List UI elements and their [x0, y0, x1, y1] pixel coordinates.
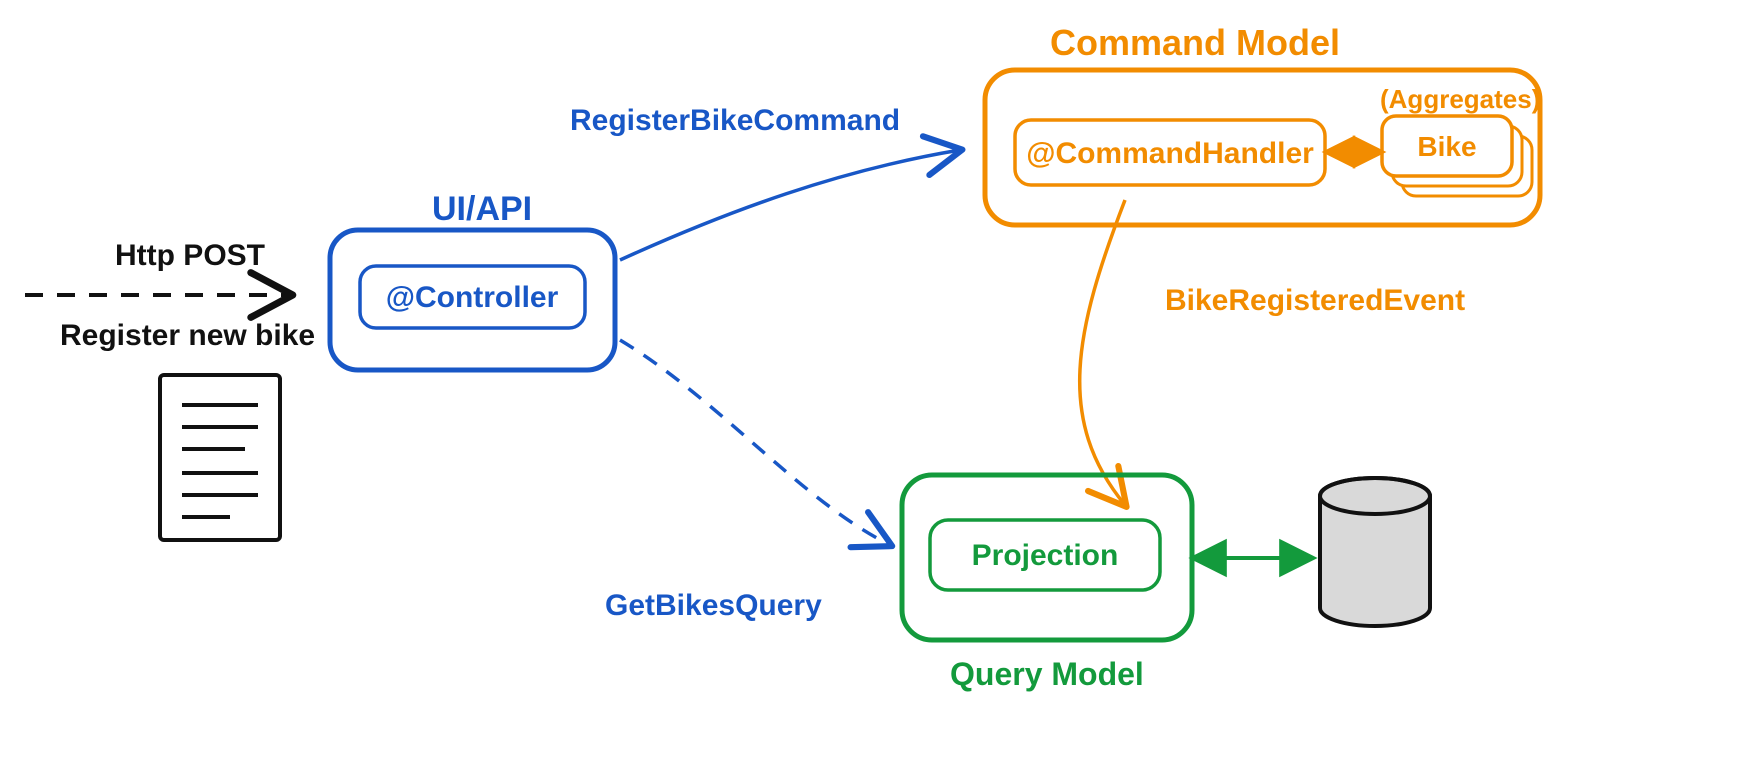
controller-label: @Controller: [386, 281, 559, 314]
query-model-label: Query Model: [950, 656, 1144, 692]
command-handler-label: @CommandHandler: [1026, 137, 1314, 170]
database-icon: [1320, 478, 1430, 626]
bike-aggregate-stack: Bike: [1382, 116, 1532, 196]
get-bikes-query-label: GetBikesQuery: [605, 589, 822, 622]
command-model-container: Command Model @CommandHandler (Aggregate…: [985, 22, 1540, 225]
aggregates-label: (Aggregates): [1380, 84, 1540, 114]
ui-api-container: UI/API @Controller: [330, 190, 615, 370]
ui-api-label: UI/API: [432, 190, 532, 228]
query-model-container: Projection Query Model: [902, 475, 1192, 692]
cqrs-diagram: Http POST Register new bike UI/API @Cont…: [0, 0, 1753, 766]
document-icon: [160, 375, 280, 540]
http-post-label: Http POST: [115, 239, 265, 272]
http-arrow: Http POST Register new bike: [25, 239, 315, 352]
register-new-bike-label: Register new bike: [60, 319, 315, 352]
bike-registered-event-arrow: BikeRegisteredEvent: [1080, 200, 1465, 505]
register-bike-command-arrow: RegisterBikeCommand: [570, 104, 960, 260]
bike-label: Bike: [1417, 131, 1476, 162]
register-bike-command-label: RegisterBikeCommand: [570, 104, 900, 137]
get-bikes-query-arrow: GetBikesQuery: [605, 340, 890, 622]
command-model-label: Command Model: [1050, 22, 1340, 63]
projection-label: Projection: [972, 539, 1119, 572]
bike-registered-event-label: BikeRegisteredEvent: [1165, 284, 1465, 317]
